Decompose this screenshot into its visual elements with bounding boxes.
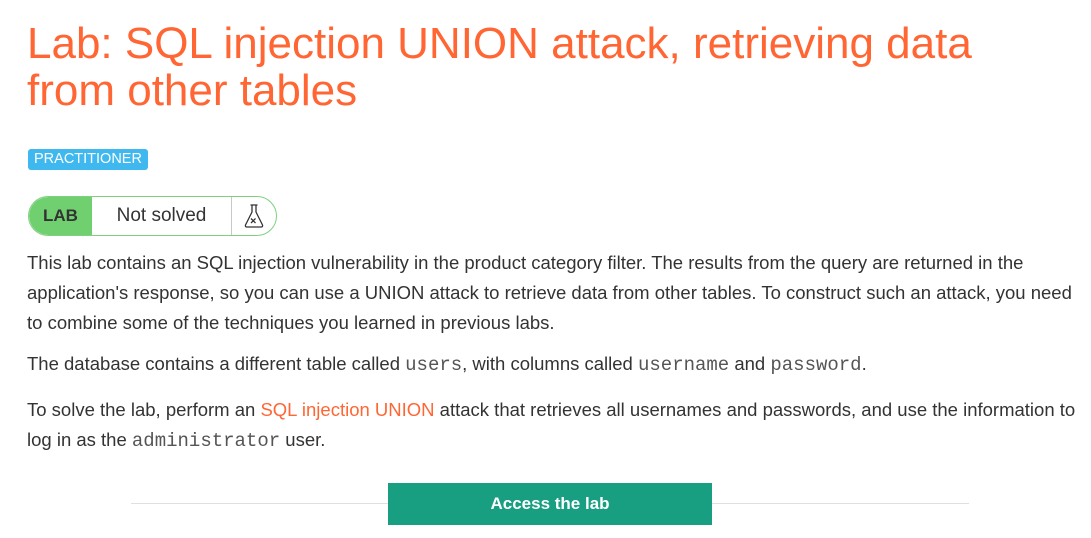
text-fragment: , with columns called	[462, 353, 638, 374]
lab-label: LAB	[29, 197, 92, 235]
description-paragraph-2: The database contains a different table …	[27, 349, 1077, 380]
access-lab-button[interactable]: Access the lab	[388, 483, 712, 525]
text-fragment: .	[861, 353, 867, 374]
code-username: username	[637, 354, 730, 376]
description-paragraph-3: To solve the lab, perform an SQL injecti…	[27, 395, 1077, 456]
sql-injection-union-link[interactable]: SQL injection UNION	[260, 399, 434, 420]
page-title: Lab: SQL injection UNION attack, retriev…	[27, 19, 972, 115]
code-password: password	[770, 354, 862, 376]
code-users: users	[405, 354, 463, 376]
level-badge: PRACTITIONER	[28, 149, 148, 170]
text-fragment: The database contains a different table …	[27, 353, 406, 374]
description-paragraph-1: This lab contains an SQL injection vulne…	[27, 252, 1072, 333]
flask-icon	[232, 197, 276, 235]
text-fragment: and	[729, 353, 771, 374]
text-fragment: user.	[280, 429, 326, 450]
text-fragment: To solve the lab, perform an	[27, 399, 261, 420]
lab-status-text: Not solved	[92, 197, 232, 235]
lab-status-widget: LAB Not solved	[28, 196, 277, 236]
lab-page: Lab: SQL injection UNION attack, retriev…	[0, 0, 1091, 538]
code-administrator: administrator	[131, 430, 281, 452]
